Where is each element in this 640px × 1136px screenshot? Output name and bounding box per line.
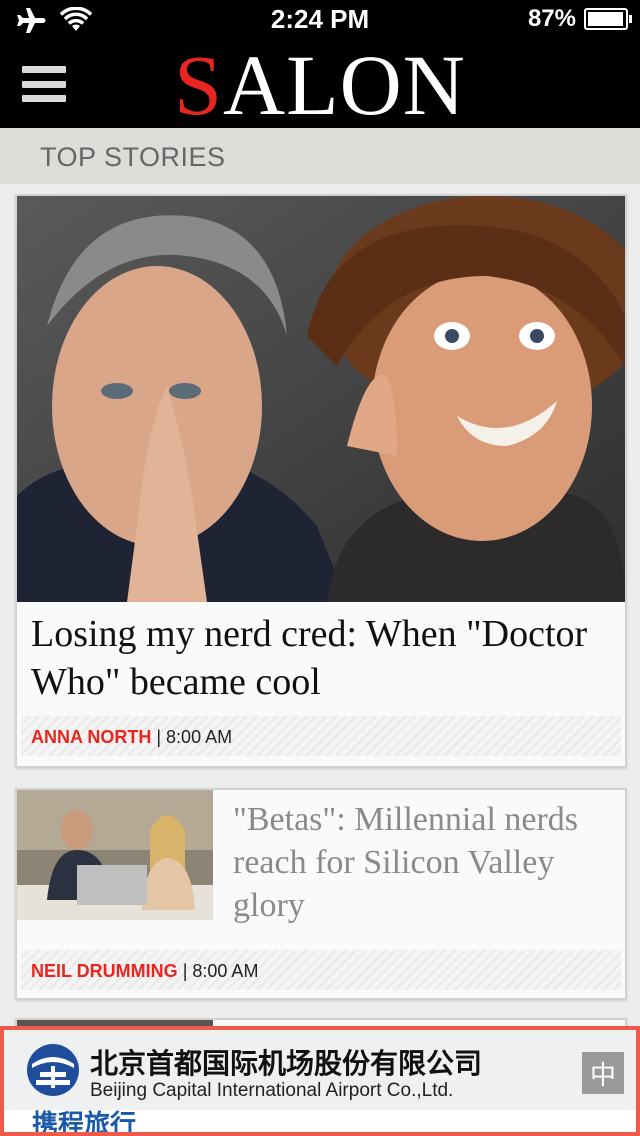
ad-bottom-text: 携程旅行	[32, 1110, 137, 1132]
story-time: 8:00 AM	[166, 727, 233, 747]
ad-banner[interactable]: 北京首都国际机场股份有限公司 Beijing Capital Internati…	[0, 1026, 640, 1136]
salon-logo[interactable]: SALON	[0, 42, 640, 128]
story-author[interactable]: ANNA NORTH	[31, 727, 151, 747]
logo-first-letter: S	[174, 37, 223, 133]
ad-title-chinese: 北京首都国际机场股份有限公司	[90, 1048, 483, 1079]
story-headline[interactable]: Losing my nerd cred: When "Doctor Who" b…	[31, 610, 611, 706]
section-title: TOP STORIES	[40, 142, 226, 172]
battery-percent: 87%	[527, 5, 576, 32]
story-meta-text: NEIL DRUMMING | 8:00 AM	[31, 961, 258, 982]
story-card[interactable]: "Betas": Millennial nerds reach for Sili…	[15, 788, 627, 1000]
story-hero-image[interactable]	[17, 196, 625, 602]
ad-bottom-strip: 携程旅行	[4, 1110, 636, 1132]
meta-separator: |	[182, 961, 188, 981]
story-meta: NEIL DRUMMING | 8:00 AM	[21, 950, 621, 990]
language-toggle-button[interactable]: 中	[582, 1052, 624, 1094]
battery-fill	[588, 12, 623, 26]
section-bar: TOP STORIES	[0, 128, 640, 184]
ad-title-english: Beijing Capital International Airport Co…	[90, 1080, 454, 1101]
airport-logo-icon	[22, 1042, 84, 1098]
app-header: SALON	[0, 40, 640, 128]
story-headline[interactable]: "Betas": Millennial nerds reach for Sili…	[233, 798, 613, 927]
status-right: 87%	[527, 5, 632, 33]
story-author[interactable]: NEIL DRUMMING	[31, 961, 178, 981]
logo-rest: ALON	[222, 37, 466, 133]
story-time: 8:00 AM	[192, 961, 259, 981]
meta-separator: |	[156, 727, 162, 747]
story-thumbnail[interactable]	[17, 790, 213, 920]
story-meta-text: ANNA NORTH | 8:00 AM	[31, 727, 232, 748]
status-bar: 2:24 PM 87%	[0, 0, 640, 40]
battery-icon	[584, 8, 632, 30]
story-card[interactable]: Losing my nerd cred: When "Doctor Who" b…	[15, 194, 627, 768]
story-meta: ANNA NORTH | 8:00 AM	[21, 716, 621, 756]
